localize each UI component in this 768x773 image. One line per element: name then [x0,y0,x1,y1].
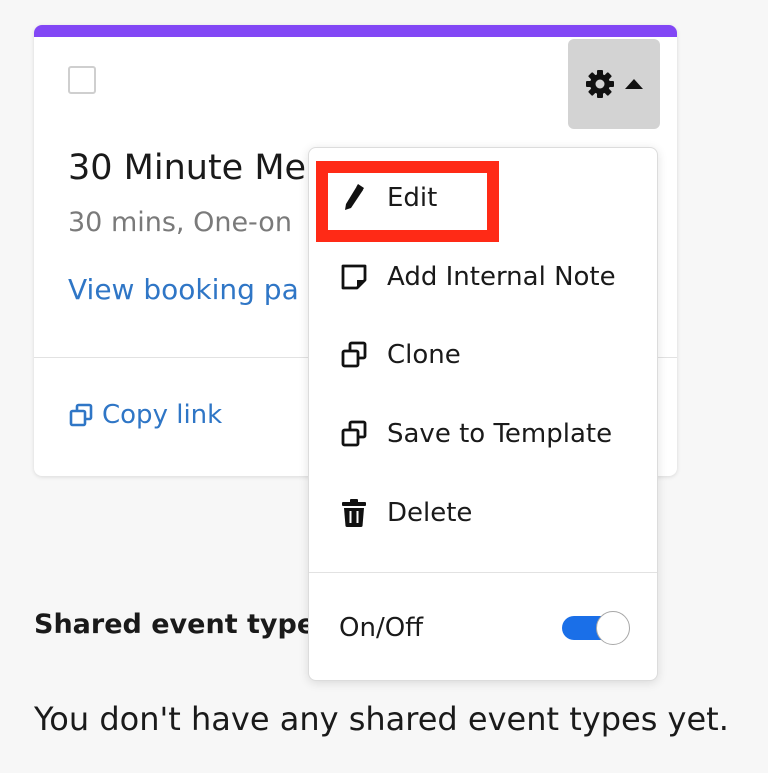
event-title: 30 Minute Me [68,148,307,188]
on-off-toggle[interactable] [562,611,630,645]
menu-item-save-to-template[interactable]: Save to Template [309,404,657,464]
gear-icon [584,68,616,100]
menu-item-delete[interactable]: Delete [309,483,657,543]
menu-item-label: Delete [387,498,473,528]
menu-item-label: Save to Template [387,419,613,449]
on-off-row: On/Off [309,598,657,658]
copy-link-label: Copy link [102,400,223,430]
pencil-icon [337,181,371,215]
toggle-knob [596,611,630,645]
view-booking-page-link[interactable]: View booking pa [68,271,299,309]
event-settings-menu: Edit Add Internal Note Clone Save to Tem… [308,147,658,681]
shared-empty-message: You don't have any shared event types ye… [34,700,729,738]
clone-icon [337,338,371,372]
menu-item-clone[interactable]: Clone [309,325,657,385]
trash-icon [337,496,371,530]
template-icon [337,417,371,451]
menu-item-edit[interactable]: Edit [309,168,657,228]
copy-link-button[interactable]: Copy link [68,397,222,433]
note-icon [337,260,371,294]
card-accent-bar [34,25,677,37]
menu-item-label: Edit [387,183,438,213]
on-off-label: On/Off [339,613,424,643]
select-checkbox[interactable] [68,66,96,94]
menu-item-add-internal-note[interactable]: Add Internal Note [309,247,657,307]
menu-item-label: Add Internal Note [387,262,616,292]
settings-menu-button[interactable] [568,39,660,129]
caret-up-icon [624,78,644,90]
menu-divider [309,572,657,573]
menu-item-label: Clone [387,340,461,370]
copy-icon [68,402,94,428]
event-details: 30 mins, One-on [68,207,292,238]
shared-event-types-heading: Shared event type [34,609,316,640]
